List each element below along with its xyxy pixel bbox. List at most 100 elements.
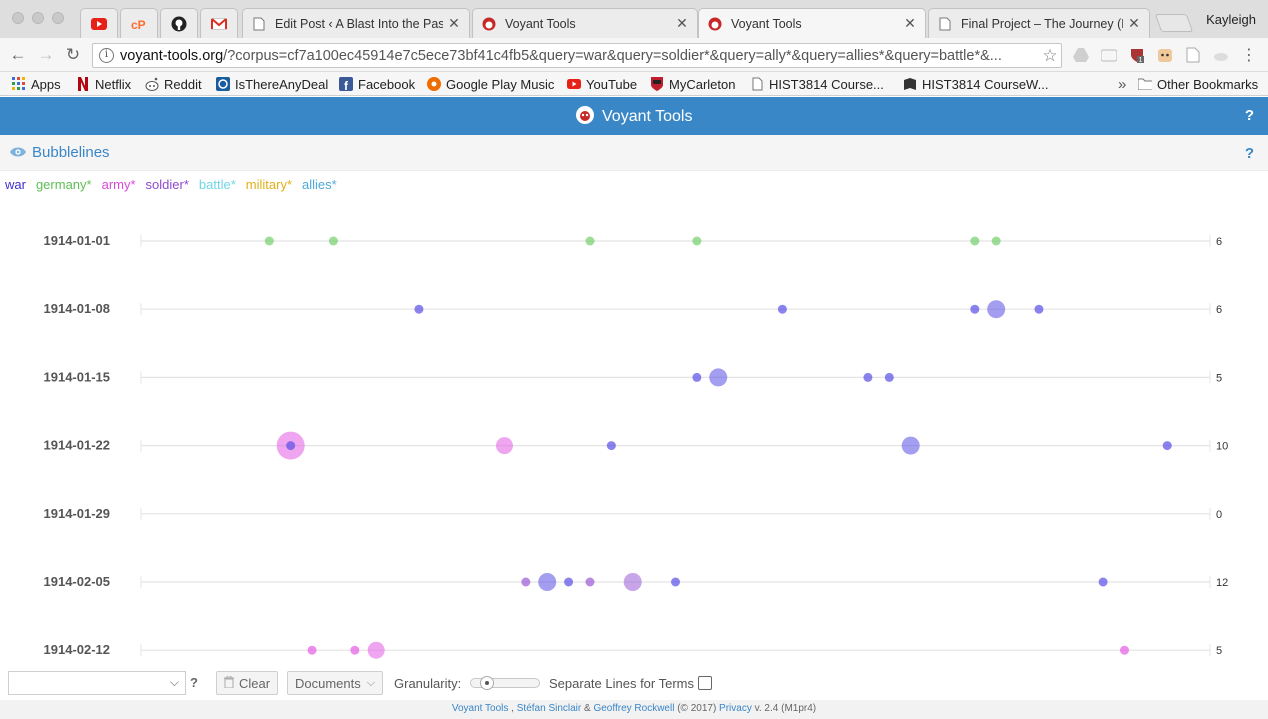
granularity-slider[interactable] bbox=[470, 676, 540, 690]
drive-extension-icon[interactable] bbox=[1073, 47, 1089, 63]
privacy-link[interactable]: Privacy bbox=[719, 703, 752, 714]
query-help-button[interactable]: ? bbox=[190, 675, 198, 690]
bubble-war[interactable] bbox=[414, 304, 424, 314]
document-line-1914-01-08[interactable]: 1914-01-08 6 bbox=[44, 300, 1223, 319]
bookmark-reddit[interactable]: Reddit bbox=[145, 75, 202, 93]
address-bar[interactable]: i voyant-tools.org/?corpus=cf7a100ec4591… bbox=[92, 43, 1062, 68]
chevron-down-icon[interactable]: ⌵ bbox=[170, 675, 179, 690]
bubble-war[interactable] bbox=[777, 304, 787, 314]
site-info-icon[interactable]: i bbox=[99, 48, 114, 63]
close-tab-icon[interactable]: ✕ bbox=[675, 15, 689, 32]
bubble-war[interactable] bbox=[901, 436, 920, 455]
legend-term-military[interactable]: military* bbox=[246, 177, 292, 193]
bubble-war[interactable] bbox=[1098, 577, 1108, 587]
maximize-window-button[interactable] bbox=[52, 12, 64, 24]
tab-youtube-pinned[interactable] bbox=[80, 8, 118, 38]
legend-term-war[interactable]: war bbox=[5, 177, 26, 193]
bookmark-apps[interactable]: Apps bbox=[12, 75, 61, 93]
bookmark-hist3814-coursew[interactable]: HIST3814 CourseW... bbox=[903, 75, 1048, 93]
tab-gmail-pinned[interactable] bbox=[200, 8, 238, 38]
voyant-link[interactable]: Voyant Tools bbox=[452, 703, 509, 714]
close-tab-icon[interactable]: ✕ bbox=[447, 15, 461, 32]
tab-final-project[interactable]: Final Project – The Journey (No ✕ bbox=[928, 8, 1150, 38]
bubble-army[interactable] bbox=[307, 645, 317, 655]
bubble-war[interactable] bbox=[671, 577, 680, 587]
close-tab-icon[interactable]: ✕ bbox=[1127, 15, 1141, 32]
bookmark-other[interactable]: Other Bookmarks bbox=[1138, 75, 1258, 93]
bubble-soldier[interactable] bbox=[623, 573, 642, 591]
legend-term-soldier[interactable]: soldier* bbox=[146, 177, 189, 193]
bubble-war[interactable] bbox=[1162, 441, 1172, 451]
reload-button[interactable]: ↻ bbox=[63, 45, 83, 65]
separate-lines-checkbox[interactable] bbox=[698, 676, 712, 690]
bubble-germany[interactable] bbox=[264, 236, 274, 246]
bubble-war[interactable] bbox=[606, 441, 616, 451]
bubble-war[interactable] bbox=[884, 372, 894, 382]
bubble-soldier[interactable] bbox=[585, 577, 595, 587]
bubble-war[interactable] bbox=[538, 573, 557, 591]
bubble-germany[interactable] bbox=[585, 236, 595, 246]
bookmarks-overflow-button[interactable]: » bbox=[1118, 75, 1126, 93]
shield-extension-icon[interactable]: 1 bbox=[1129, 47, 1145, 63]
documents-button[interactable]: Documents ⌵ bbox=[287, 671, 384, 695]
bubble-army[interactable] bbox=[350, 645, 360, 655]
app-help-button[interactable]: ? bbox=[1245, 107, 1254, 124]
bookmark-mycarleton[interactable]: MyCarleton bbox=[650, 75, 735, 93]
term-search-combo[interactable]: ⌵ bbox=[8, 671, 186, 695]
legend-term-army[interactable]: army* bbox=[102, 177, 136, 193]
legend-term-allies[interactable]: allies* bbox=[302, 177, 337, 193]
tab-cpanel-pinned[interactable]: cP bbox=[120, 8, 158, 38]
bookmark-star-icon[interactable]: ☆ bbox=[1039, 46, 1061, 66]
bubble-war[interactable] bbox=[970, 304, 980, 314]
tab-github-pinned[interactable] bbox=[160, 8, 198, 38]
tab-voyant-active[interactable]: Voyant Tools ✕ bbox=[698, 8, 926, 38]
avatar-extension-icon[interactable] bbox=[1157, 47, 1173, 63]
close-tab-icon[interactable]: ✕ bbox=[903, 15, 917, 32]
bubble-war[interactable] bbox=[1034, 304, 1044, 314]
menu-kebab-icon[interactable]: ⋮ bbox=[1241, 47, 1257, 64]
bubble-war[interactable] bbox=[564, 577, 574, 587]
bubble-war[interactable] bbox=[863, 372, 873, 382]
bookmark-facebook[interactable]: f Facebook bbox=[339, 75, 415, 93]
bubble-germany[interactable] bbox=[692, 236, 702, 246]
bubble-war[interactable] bbox=[987, 300, 1006, 319]
bookmark-youtube[interactable]: YouTube bbox=[567, 75, 637, 93]
bubble-germany[interactable] bbox=[991, 236, 1001, 246]
bookmark-google-play-music[interactable]: Google Play Music bbox=[427, 75, 554, 93]
bubble-germany[interactable] bbox=[328, 236, 338, 246]
page-extension-icon[interactable] bbox=[1185, 47, 1201, 63]
url-text[interactable]: voyant-tools.org/?corpus=cf7a100ec45914e… bbox=[120, 48, 1039, 64]
panel-help-button[interactable]: ? bbox=[1245, 145, 1254, 162]
document-line-1914-01-29[interactable]: 1914-01-29 0 bbox=[44, 506, 1223, 521]
new-tab-button[interactable] bbox=[1154, 14, 1194, 32]
document-line-1914-01-22[interactable]: 1914-01-22 10 bbox=[44, 431, 1229, 460]
document-line-1914-02-12[interactable]: 1914-02-12 5 bbox=[44, 641, 1223, 659]
bubble-army[interactable] bbox=[367, 641, 385, 659]
document-line-1914-01-01[interactable]: 1914-01-01 6 bbox=[44, 233, 1223, 248]
bubble-war[interactable] bbox=[692, 372, 702, 382]
bubble-soldier[interactable] bbox=[521, 577, 531, 587]
minimize-window-button[interactable] bbox=[32, 12, 44, 24]
bookmark-hist3814-course[interactable]: HIST3814 Course... bbox=[750, 75, 884, 93]
bookmark-netflix[interactable]: Netflix bbox=[76, 75, 131, 93]
granularity-slider-thumb[interactable] bbox=[479, 676, 494, 690]
back-button[interactable]: ← bbox=[8, 45, 28, 65]
cloud-extension-icon[interactable] bbox=[1213, 47, 1229, 63]
document-line-1914-01-15[interactable]: 1914-01-15 5 bbox=[44, 368, 1223, 387]
bubble-war[interactable] bbox=[709, 368, 728, 387]
extension-icon[interactable] bbox=[1101, 47, 1117, 63]
document-line-1914-02-05[interactable]: 1914-02-05 12 bbox=[44, 573, 1229, 591]
clear-button[interactable]: Clear bbox=[216, 671, 279, 695]
bubble-army[interactable] bbox=[495, 437, 513, 455]
profile-name[interactable]: Kayleigh bbox=[1206, 12, 1256, 27]
bubble-army[interactable] bbox=[1119, 645, 1129, 655]
sinclair-link[interactable]: Stéfan Sinclair bbox=[517, 703, 581, 714]
forward-button[interactable]: → bbox=[36, 45, 56, 65]
legend-term-battle[interactable]: battle* bbox=[199, 177, 236, 193]
bubble-war[interactable] bbox=[286, 441, 296, 451]
bookmark-isthereanydeal[interactable]: IsThereAnyDeal bbox=[216, 75, 328, 93]
rockwell-link[interactable]: Geoffrey Rockwell bbox=[593, 703, 674, 714]
close-window-button[interactable] bbox=[12, 12, 24, 24]
tab-edit-post[interactable]: Edit Post ‹ A Blast Into the Pas ✕ bbox=[242, 8, 470, 38]
bubble-germany[interactable] bbox=[970, 236, 980, 246]
